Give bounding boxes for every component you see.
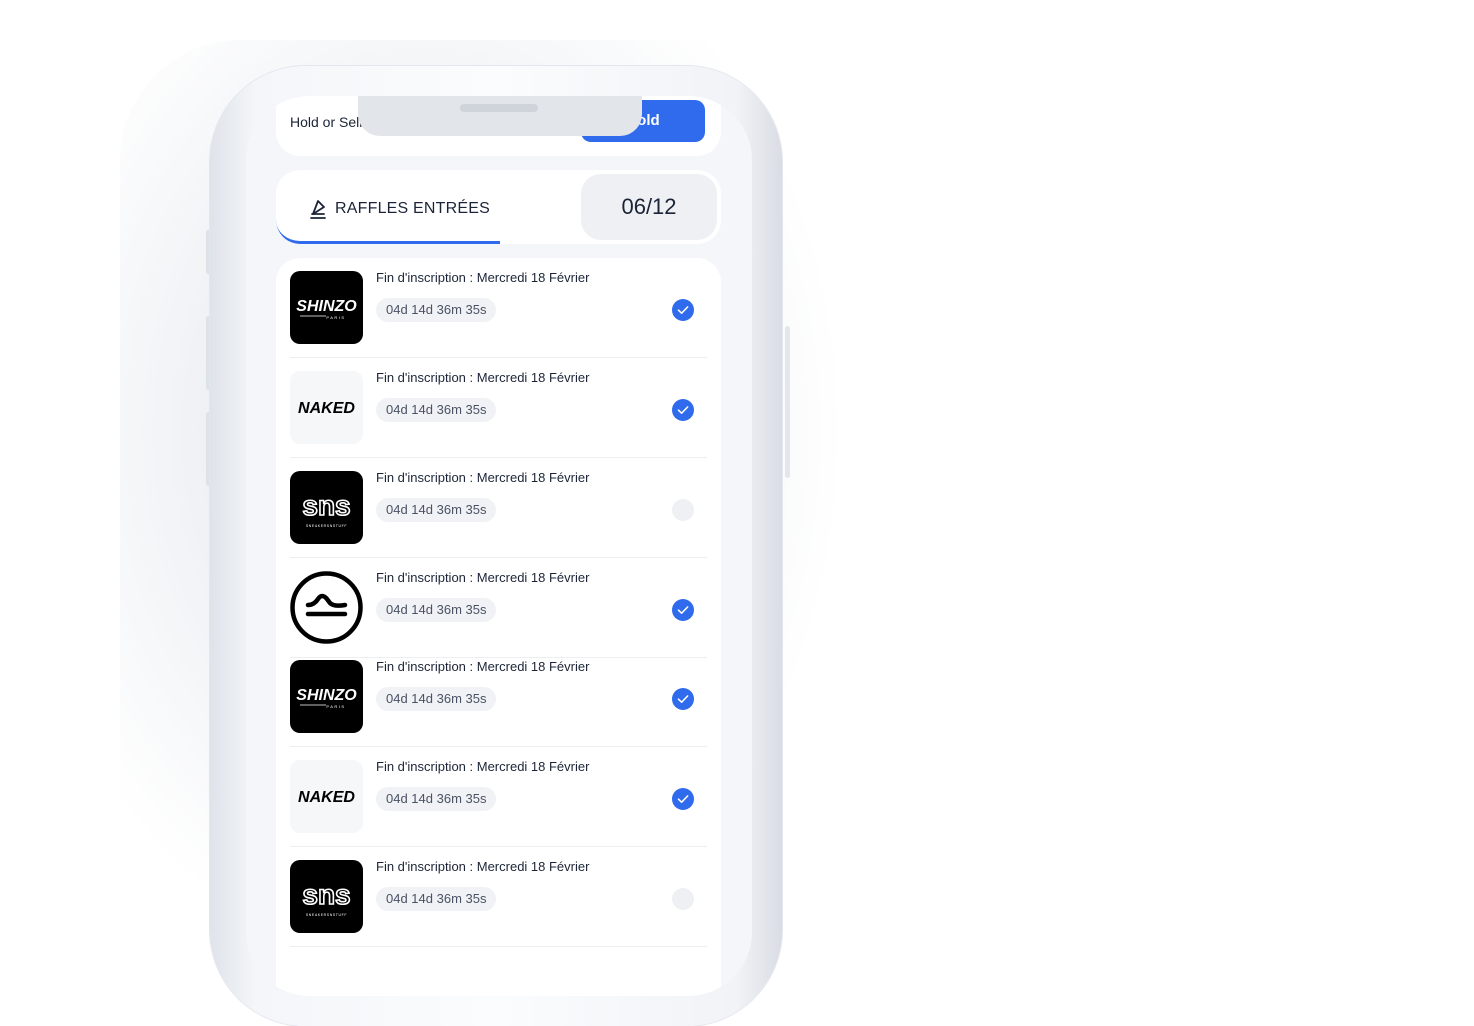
raffle-row[interactable]: NAKED Fin d'inscription : Mercredi 18 Fé…: [290, 358, 707, 458]
circle-brand-logo-icon: [290, 571, 363, 644]
unchecked-circle-icon[interactable]: [672, 888, 694, 910]
store-logo: sns SNEAKERSNSTUFF: [290, 471, 363, 544]
raffle-countdown: 04d 14d 36m 35s: [376, 787, 497, 811]
store-logo: SHINZO PARIS: [290, 271, 363, 344]
check-icon[interactable]: [672, 599, 694, 621]
svg-text:sns: sns: [302, 490, 350, 521]
raffle-row[interactable]: SHINZO PARIS Fin d'inscription : Mercredi…: [290, 258, 707, 358]
store-logo: NAKED: [290, 760, 363, 833]
raffle-countdown: 04d 14d 36m 35s: [376, 398, 497, 422]
naked-logo-icon: NAKED: [298, 400, 355, 417]
raffle-list: SHINZO PARIS Fin d'inscription : Mercredi…: [276, 258, 721, 996]
raffle-row[interactable]: sns SNEAKERSNSTUFF Fin d'inscription : Me…: [290, 458, 707, 558]
raffle-counter: 06/12: [581, 174, 717, 240]
raffle-deadline: Fin d'inscription : Mercredi 18 Février: [376, 270, 590, 285]
store-logo: [290, 571, 363, 644]
raffle-deadline: Fin d'inscription : Mercredi 18 Février: [376, 759, 590, 774]
shinzo-logo-icon: SHINZOPARIS: [296, 298, 357, 320]
raffle-countdown: 04d 14d 36m 35s: [376, 498, 497, 522]
store-logo: SHINZO PARIS: [290, 660, 363, 733]
svg-text:SNEAKERSNSTUFF: SNEAKERSNSTUFF: [306, 913, 347, 917]
svg-text:PARIS: PARIS: [326, 704, 345, 709]
power-button: [785, 326, 790, 478]
tab-bar: RAFFLES ENTRÉES 06/12: [276, 170, 721, 244]
raffle-deadline: Fin d'inscription : Mercredi 18 Février: [376, 370, 590, 385]
raffle-row[interactable]: SHINZO PARIS Fin d'inscription : Mercredi…: [290, 647, 707, 747]
raffle-countdown: 04d 14d 36m 35s: [376, 687, 497, 711]
check-icon[interactable]: [672, 688, 694, 710]
shinzo-logo-icon: SHINZOPARIS: [296, 687, 357, 709]
svg-text:SHINZO: SHINZO: [296, 298, 357, 315]
svg-text:sns: sns: [302, 879, 350, 910]
phone-screen: Hold or Sell . Hold RAFFLES ENTRÉES 06/1…: [246, 96, 752, 996]
tab-raffles-entries[interactable]: RAFFLES ENTRÉES: [276, 170, 500, 244]
naked-logo-icon: NAKED: [298, 789, 355, 806]
unchecked-circle-icon[interactable]: [672, 499, 694, 521]
check-icon[interactable]: [672, 788, 694, 810]
store-logo: NAKED: [290, 371, 363, 444]
svg-text:NAKED: NAKED: [298, 400, 355, 417]
sns-logo-icon: sns SNEAKERSNSTUFF: [302, 489, 352, 528]
raffle-row[interactable]: Fin d'inscription : Mercredi 18 Février …: [290, 558, 707, 658]
raffle-ticket-icon: [310, 200, 326, 219]
svg-text:PARIS: PARIS: [326, 315, 345, 320]
raffle-deadline: Fin d'inscription : Mercredi 18 Février: [376, 859, 590, 874]
raffle-countdown: 04d 14d 36m 35s: [376, 887, 497, 911]
raffle-countdown: 04d 14d 36m 35s: [376, 598, 497, 622]
notch: [358, 96, 642, 136]
speaker-grille: [460, 104, 538, 112]
check-icon[interactable]: [672, 399, 694, 421]
svg-text:SHINZO: SHINZO: [296, 687, 357, 704]
sns-logo-icon: sns SNEAKERSNSTUFF: [302, 878, 352, 917]
raffle-deadline: Fin d'inscription : Mercredi 18 Février: [376, 570, 590, 585]
raffle-countdown: 04d 14d 36m 35s: [376, 298, 497, 322]
store-logo: sns SNEAKERSNSTUFF: [290, 860, 363, 933]
check-icon[interactable]: [672, 299, 694, 321]
svg-text:SNEAKERSNSTUFF: SNEAKERSNSTUFF: [306, 524, 347, 528]
tab-raffles-label: RAFFLES ENTRÉES: [335, 200, 491, 217]
raffle-row[interactable]: NAKED Fin d'inscription : Mercredi 18 Fé…: [290, 747, 707, 847]
svg-text:NAKED: NAKED: [298, 789, 355, 806]
raffle-row[interactable]: sns SNEAKERSNSTUFF Fin d'inscription : Me…: [290, 847, 707, 947]
raffle-deadline: Fin d'inscription : Mercredi 18 Février: [376, 470, 590, 485]
raffle-deadline: Fin d'inscription : Mercredi 18 Février: [376, 659, 590, 674]
